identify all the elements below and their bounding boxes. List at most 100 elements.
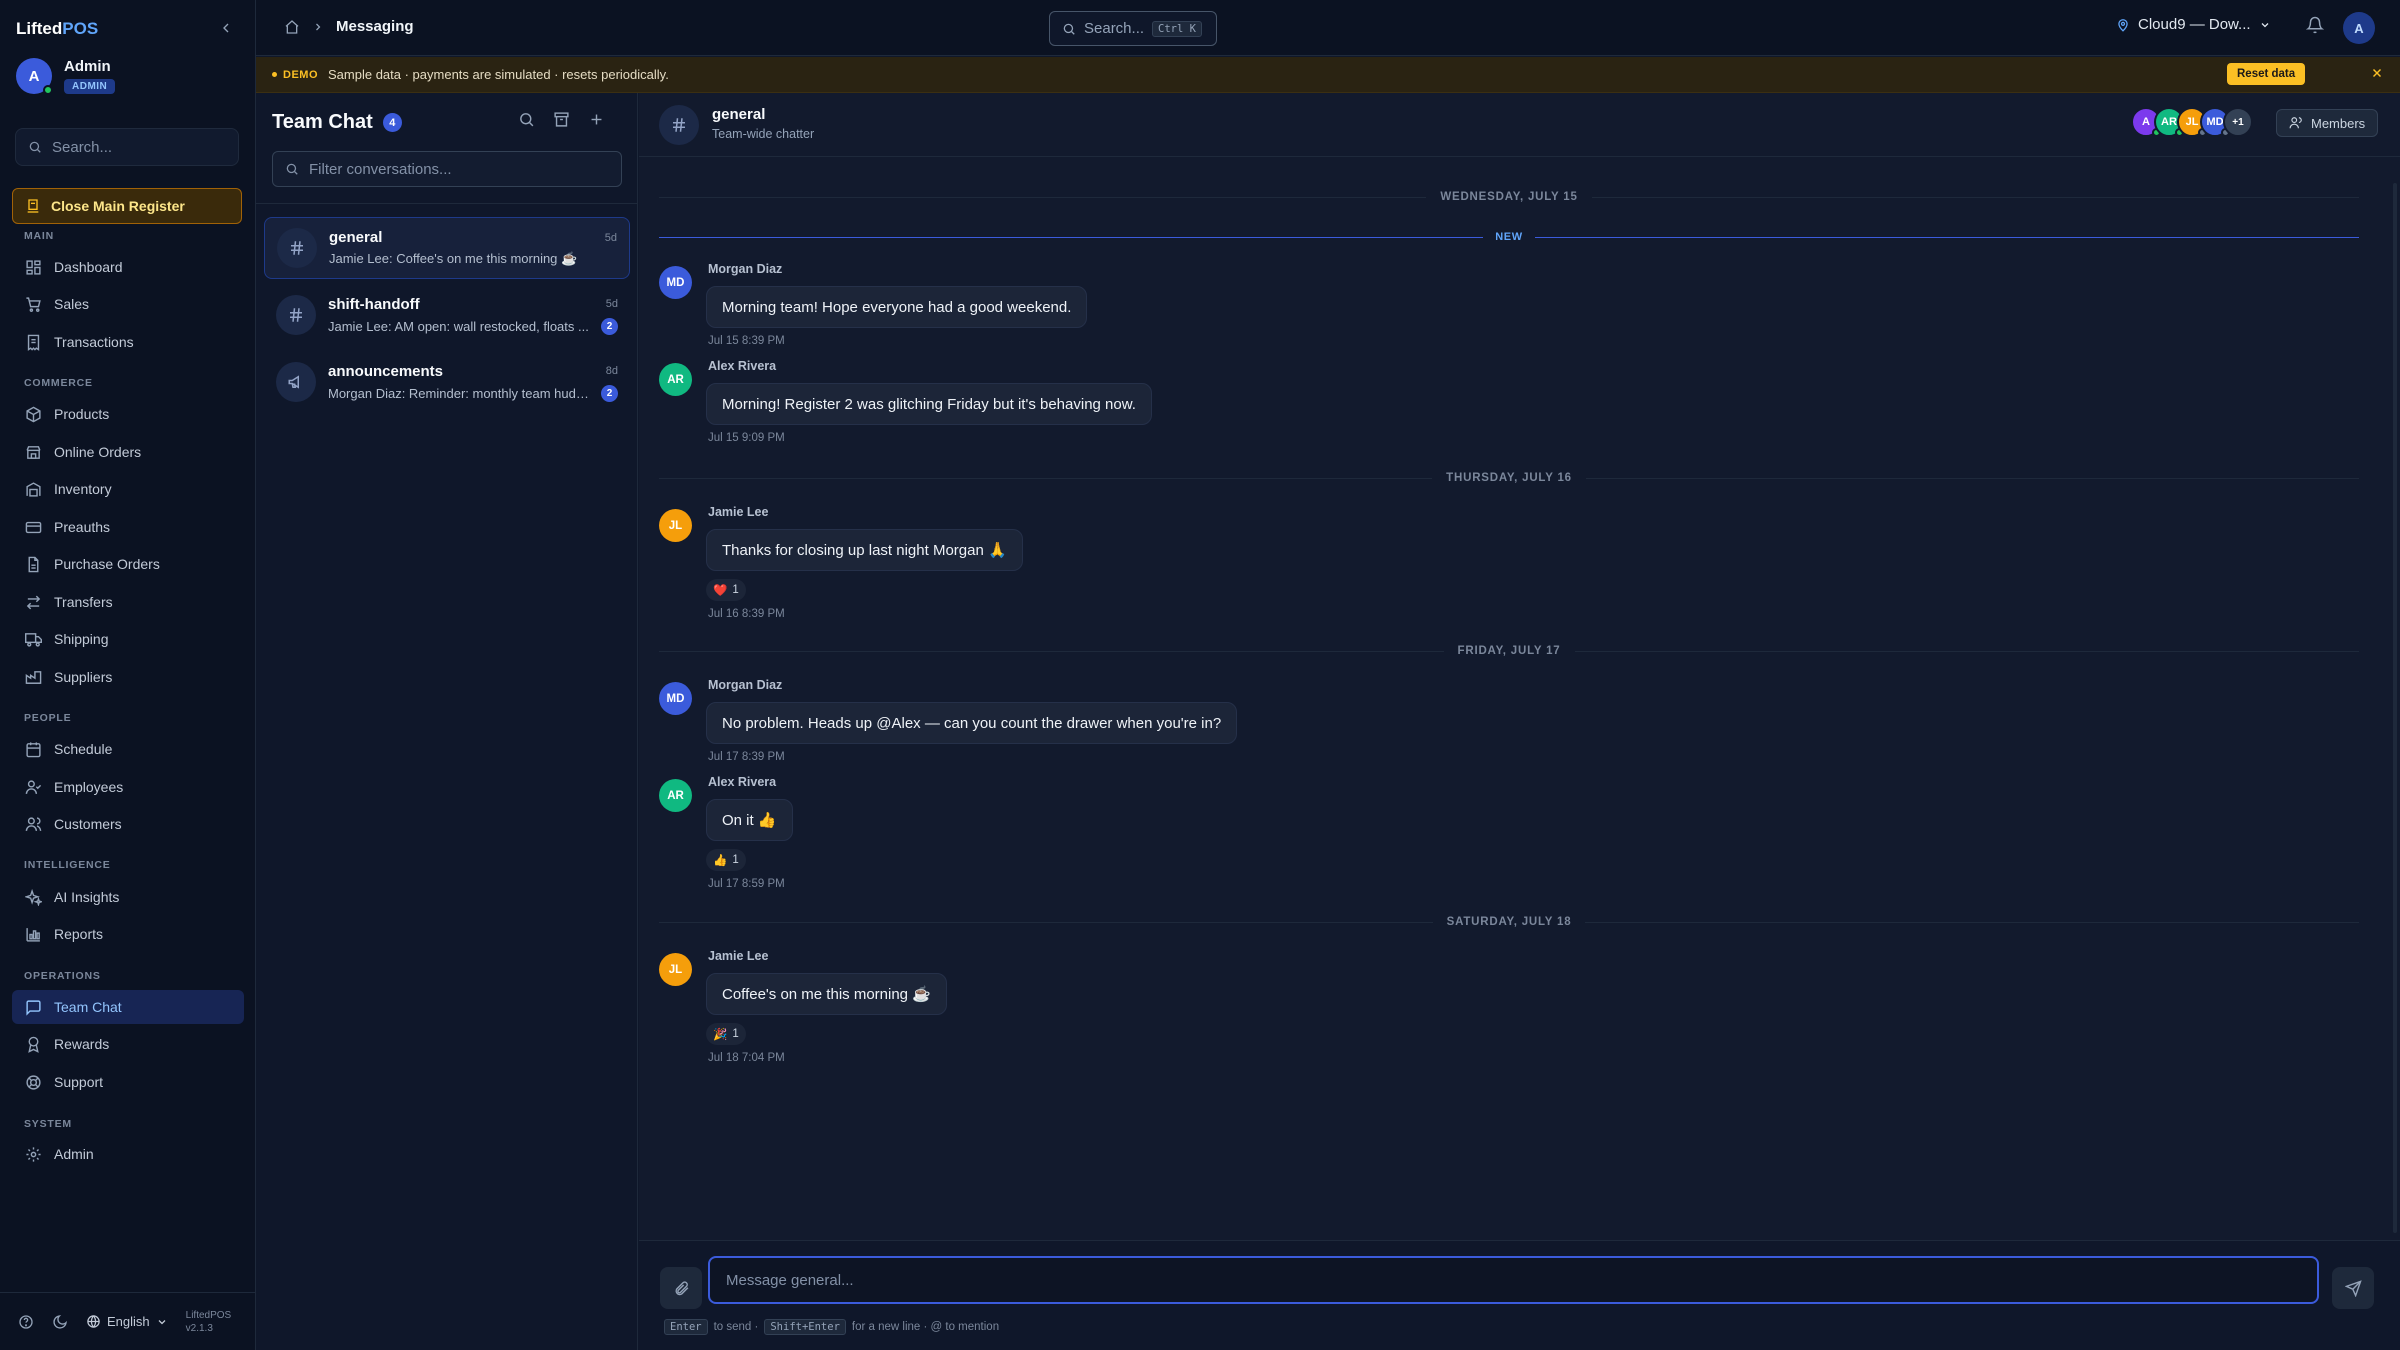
demo-banner: DEMO Sample data · payments are simulate… bbox=[256, 57, 2400, 93]
send-button[interactable] bbox=[2332, 1267, 2374, 1309]
sidebar-item-label: Support bbox=[54, 1074, 104, 1090]
truck-icon bbox=[24, 630, 42, 648]
sidebar-item-label: Reports bbox=[54, 926, 104, 942]
sidebar-item-shipping[interactable]: Shipping bbox=[12, 622, 244, 656]
message-input[interactable] bbox=[708, 1256, 2319, 1304]
close-icon[interactable] bbox=[2370, 66, 2384, 80]
message-square-icon bbox=[24, 998, 42, 1016]
search-icon bbox=[285, 162, 299, 176]
day-label: FRIDAY, JULY 17 bbox=[1457, 645, 1561, 657]
sidebar-item-online-orders[interactable]: Online Orders bbox=[12, 435, 244, 469]
archive-icon[interactable] bbox=[553, 111, 570, 128]
filter-conversations-input[interactable]: Filter conversations... bbox=[272, 151, 622, 187]
conversation-name: announcements bbox=[328, 362, 444, 380]
document-icon bbox=[24, 555, 42, 573]
online-status-dot bbox=[43, 85, 53, 95]
reaction-chip[interactable]: 👍 1 bbox=[706, 849, 746, 871]
location-label: Cloud9 — Dow... bbox=[2138, 16, 2251, 33]
bell-icon[interactable] bbox=[2306, 16, 2324, 34]
plus-icon[interactable] bbox=[588, 111, 605, 128]
message-avatar: MD bbox=[659, 266, 692, 299]
sidebar-item-inventory[interactable]: Inventory bbox=[12, 472, 244, 506]
global-search-button[interactable]: Search... Ctrl K bbox=[1049, 11, 1217, 46]
conversation-preview: Jamie Lee: AM open: wall restocked, floa… bbox=[328, 318, 589, 334]
avatar-initial: A bbox=[28, 67, 40, 85]
sidebar-item-employees[interactable]: Employees bbox=[12, 770, 244, 804]
sidebar-footer: English LiftedPOS v2.1.3 bbox=[0, 1292, 256, 1350]
sidebar-item-purchase-orders[interactable]: Purchase Orders bbox=[12, 547, 244, 581]
conversation-item-shift-handoff[interactable]: shift-handoff 5d Jamie Lee: AM open: wall… bbox=[264, 284, 630, 346]
conversation-count-badge: 4 bbox=[382, 113, 402, 132]
factory-icon bbox=[24, 668, 42, 686]
collapse-sidebar-icon[interactable] bbox=[216, 18, 236, 38]
sidebar-item-sales[interactable]: Sales bbox=[12, 287, 244, 321]
avatar: A bbox=[16, 58, 53, 95]
message-avatar: JL bbox=[659, 953, 692, 986]
breadcrumb: Messaging bbox=[284, 18, 414, 35]
arrows-left-right-icon bbox=[24, 593, 42, 611]
members-button[interactable]: Members bbox=[2276, 109, 2379, 137]
sidebar-item-support[interactable]: Support bbox=[12, 1065, 244, 1099]
close-register-button[interactable]: Close Main Register bbox=[12, 188, 242, 224]
sidebar-search-input[interactable]: Search... bbox=[15, 128, 239, 166]
sidebar-item-suppliers[interactable]: Suppliers bbox=[12, 660, 244, 694]
warehouse-icon bbox=[24, 480, 42, 498]
moon-icon[interactable] bbox=[52, 1314, 68, 1330]
message-list: WEDNESDAY, JULY 15 NEW MD Morgan Diaz Mo… bbox=[639, 157, 2400, 1333]
reset-data-button[interactable]: Reset data bbox=[2227, 63, 2306, 85]
help-icon[interactable] bbox=[18, 1314, 34, 1330]
message-composer: Enter to send · Shift+Enter for a new li… bbox=[639, 1240, 2400, 1350]
sidebar-item-ai-insights[interactable]: AI Insights bbox=[12, 880, 244, 914]
sidebar-item-transfers[interactable]: Transfers bbox=[12, 585, 244, 619]
user-profile[interactable]: A Admin ADMIN bbox=[16, 58, 116, 95]
home-icon[interactable] bbox=[284, 19, 300, 35]
conversation-item-general[interactable]: general 5d Jamie Lee: Coffee's on me this… bbox=[264, 217, 630, 279]
sidebar-item-preauths[interactable]: Preauths bbox=[12, 510, 244, 544]
search-icon[interactable] bbox=[518, 111, 535, 128]
member-avatar-stack[interactable]: A AR JL MD +1 bbox=[2131, 107, 2253, 137]
sidebar-item-customers[interactable]: Customers bbox=[12, 807, 244, 841]
credit-card-icon bbox=[24, 518, 42, 536]
search-icon bbox=[1062, 22, 1076, 36]
nav-section-system: SYSTEM bbox=[24, 1118, 72, 1130]
brand-logo[interactable]: LiftedPOS bbox=[16, 19, 98, 39]
sidebar-item-transactions[interactable]: Transactions bbox=[12, 325, 244, 359]
channel-header: general Team-wide chatter A AR JL MD +1 … bbox=[639, 93, 2400, 157]
sidebar-item-admin[interactable]: Admin bbox=[12, 1137, 244, 1171]
language-selector[interactable]: English bbox=[86, 1314, 168, 1329]
message-author: Jamie Lee bbox=[708, 949, 769, 963]
user-menu-avatar[interactable]: A bbox=[2343, 12, 2375, 44]
gear-icon bbox=[24, 1145, 42, 1163]
conversation-list-header: Team Chat 4 bbox=[272, 111, 402, 134]
sidebar-item-label: Rewards bbox=[54, 1036, 110, 1052]
channel-description: Team-wide chatter bbox=[712, 127, 815, 141]
sidebar-item-label: Team Chat bbox=[54, 999, 122, 1015]
sidebar-item-reports[interactable]: Reports bbox=[12, 917, 244, 951]
conversation-item-announcements[interactable]: announcements 8d Morgan Diaz: Reminder: m… bbox=[264, 351, 630, 413]
register-icon bbox=[25, 198, 41, 214]
location-selector[interactable]: Cloud9 — Dow... bbox=[2116, 16, 2271, 33]
reaction-count: 1 bbox=[732, 1028, 739, 1040]
conversation-list-panel: Team Chat 4 Filter conversations... gene… bbox=[256, 93, 638, 1350]
divider bbox=[256, 203, 637, 204]
sidebar-item-products[interactable]: Products bbox=[12, 397, 244, 431]
member-initials: AR bbox=[2161, 116, 2177, 128]
award-icon bbox=[24, 1035, 42, 1053]
sidebar-item-schedule[interactable]: Schedule bbox=[12, 732, 244, 766]
sidebar-item-dashboard[interactable]: Dashboard bbox=[12, 250, 244, 284]
reaction-chip[interactable]: 🎉 1 bbox=[706, 1023, 746, 1045]
scrollbar[interactable] bbox=[2393, 183, 2397, 1233]
conversation-time: 8d bbox=[605, 365, 618, 377]
reaction-chip[interactable]: ❤️ 1 bbox=[706, 579, 746, 601]
conversation-time: 5d bbox=[604, 231, 617, 244]
attach-button[interactable] bbox=[660, 1267, 702, 1309]
sidebar: LiftedPOS A Admin ADMIN Search... Close … bbox=[0, 0, 256, 1350]
sidebar-item-team-chat[interactable]: Team Chat bbox=[12, 990, 244, 1024]
sidebar-item-rewards[interactable]: Rewards bbox=[12, 1027, 244, 1061]
message-bubble: No problem. Heads up @Alex — can you cou… bbox=[706, 702, 1238, 744]
user-name: Admin bbox=[64, 58, 111, 75]
channel-name: general bbox=[712, 106, 766, 123]
message-avatar: AR bbox=[659, 779, 692, 812]
sidebar-item-label: Products bbox=[54, 406, 110, 422]
nav-section-people: PEOPLE bbox=[24, 712, 72, 724]
